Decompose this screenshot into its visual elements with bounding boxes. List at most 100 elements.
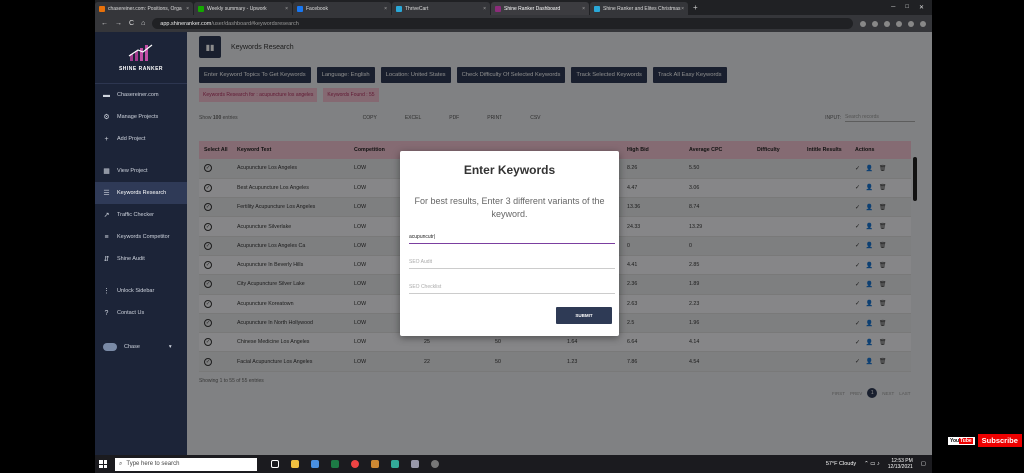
windows-start-icon[interactable] bbox=[99, 460, 107, 468]
help-icon: ? bbox=[104, 309, 109, 317]
close-icon[interactable]: × bbox=[384, 6, 387, 12]
url-host: app.shineranker.com bbox=[160, 20, 212, 27]
task-view-icon[interactable] bbox=[271, 460, 279, 468]
close-icon[interactable]: × bbox=[186, 6, 189, 12]
sidebar-item-label: Shine Audit bbox=[117, 256, 145, 262]
tab-favicon-icon bbox=[99, 5, 105, 12]
grid-icon: ▦ bbox=[103, 167, 110, 175]
sidebar-item-keywords-competitor[interactable]: ≡ Keywords Competitor bbox=[95, 226, 187, 248]
youtube-subscribe-overlay[interactable]: YouTube Subscribe bbox=[948, 434, 1022, 447]
tab-favicon-icon bbox=[396, 5, 402, 12]
sidebar-divider bbox=[95, 150, 187, 160]
sidebar-divider bbox=[95, 270, 187, 280]
maximize-icon[interactable]: □ bbox=[905, 4, 909, 11]
sidebar-item-add-project[interactable]: + Add Project bbox=[95, 128, 187, 150]
extension-icon[interactable] bbox=[860, 20, 866, 27]
clock-date: 12/13/2021 bbox=[887, 464, 913, 470]
brand-logo[interactable]: SHINE RANKER bbox=[95, 32, 187, 84]
modal-description: For best results, Enter 3 different vari… bbox=[414, 196, 605, 219]
window-close-icon[interactable]: ✕ bbox=[919, 4, 924, 11]
tab-favicon-icon bbox=[495, 5, 501, 12]
tab-title: chasereiner.com: Positions, Orga bbox=[108, 5, 182, 12]
close-icon[interactable]: × bbox=[285, 6, 288, 12]
minimize-icon[interactable]: ─ bbox=[891, 4, 895, 11]
app-icon[interactable] bbox=[411, 460, 419, 468]
notifications-icon[interactable]: ▢ bbox=[921, 461, 926, 467]
list-icon: ☰ bbox=[103, 189, 110, 197]
sidebar: SHINE RANKER ▬ Chasereiner.com ⚙ Manage Pro… bbox=[95, 32, 187, 455]
sidebar-user[interactable]: Chase ▾ bbox=[95, 336, 187, 358]
enter-keywords-modal: Enter Keywords For best results, Enter 3… bbox=[400, 151, 619, 336]
more-vertical-icon: ⋮ bbox=[103, 287, 110, 295]
forward-icon[interactable]: → bbox=[115, 20, 122, 27]
tab-title: Weekly summary - Upwork bbox=[207, 5, 267, 12]
sidebar-item-contact-us[interactable]: ? Contact Us bbox=[95, 302, 187, 324]
sidebar-item-keywords-research[interactable]: ☰ Keywords Research bbox=[95, 182, 187, 204]
brand-name: SHINE RANKER bbox=[118, 65, 164, 72]
store-icon[interactable] bbox=[311, 460, 319, 468]
app-icon[interactable] bbox=[391, 460, 399, 468]
weather-widget[interactable]: 57°F Cloudy bbox=[826, 461, 856, 467]
sidebar-item-view-project[interactable]: ▦ View Project bbox=[95, 160, 187, 182]
right-letterbox bbox=[932, 0, 1024, 455]
tray-icons[interactable]: ⌃ ▭ ♪ bbox=[864, 461, 880, 467]
subscribe-button[interactable]: Subscribe bbox=[977, 434, 1022, 447]
sidebar-item-label: Unlock Sidebar bbox=[117, 288, 155, 294]
extension-icon[interactable] bbox=[884, 20, 890, 27]
chrome-icon[interactable] bbox=[351, 460, 359, 468]
app-icon[interactable] bbox=[371, 460, 379, 468]
sidebar-item-label: View Project bbox=[117, 168, 148, 174]
browser-tab[interactable]: chasereiner.com: Positions, Orga × bbox=[95, 2, 193, 15]
excel-icon[interactable] bbox=[331, 460, 339, 468]
close-icon[interactable]: × bbox=[483, 6, 486, 12]
new-tab-icon[interactable]: + bbox=[693, 3, 698, 12]
taskbar-search-placeholder: Type here to search bbox=[126, 461, 180, 467]
sidebar-item-manage-projects[interactable]: ⚙ Manage Projects bbox=[95, 106, 187, 128]
search-icon: ⌕ bbox=[119, 460, 123, 467]
sidebar-item-label: Contact Us bbox=[117, 310, 145, 316]
browser-tab[interactable]: Weekly summary - Upwork × bbox=[194, 2, 292, 15]
sliders-icon: ⇵ bbox=[103, 255, 110, 263]
keyword-input-2[interactable]: SEO Audit bbox=[409, 255, 615, 269]
home-icon[interactable]: ⌂ bbox=[141, 20, 145, 27]
keyword-input-3[interactable]: SEO Checklist bbox=[409, 280, 615, 294]
profile-avatar[interactable] bbox=[920, 20, 926, 27]
clock[interactable]: 12:53 PM 12/13/2021 bbox=[888, 458, 913, 470]
back-icon[interactable]: ← bbox=[101, 20, 108, 27]
browser-tab[interactable]: Shine Ranker Dashboard × bbox=[491, 2, 589, 15]
reload-icon[interactable]: C bbox=[129, 20, 134, 27]
taskbar-search-input[interactable]: ⌕ Type here to search bbox=[115, 457, 257, 471]
chevron-down-icon: ▾ bbox=[168, 344, 172, 350]
tab-favicon-icon bbox=[297, 5, 303, 12]
sidebar-item-label: Traffic Checker bbox=[117, 212, 154, 218]
browser-tab[interactable]: Shine Ranker and Elites Christmas × bbox=[590, 2, 688, 15]
avatar bbox=[103, 343, 117, 351]
user-name: Chase bbox=[124, 344, 140, 350]
explorer-icon[interactable] bbox=[291, 460, 299, 468]
sidebar-item-chasereiner-com[interactable]: ▬ Chasereiner.com bbox=[95, 84, 187, 106]
close-icon[interactable]: × bbox=[582, 6, 585, 12]
sidebar-item-unlock-sidebar[interactable]: ⋮ Unlock Sidebar bbox=[95, 280, 187, 302]
keyword-input-1[interactable]: acupuncutr| bbox=[409, 230, 615, 244]
url-field[interactable]: app.shineranker.com /user/dashboard#keyw… bbox=[152, 18, 853, 29]
app-icon[interactable] bbox=[431, 460, 439, 468]
sidebar-item-label: Manage Projects bbox=[117, 114, 159, 120]
plus-icon: + bbox=[104, 135, 109, 143]
close-icon[interactable]: × bbox=[681, 6, 684, 12]
extension-icon[interactable] bbox=[896, 20, 902, 27]
extension-icon[interactable] bbox=[908, 20, 914, 27]
extension-icon[interactable] bbox=[872, 20, 878, 27]
browser-tab[interactable]: ThriveCart × bbox=[392, 2, 490, 15]
browser-tab-bar: chasereiner.com: Positions, Orga × Weekly … bbox=[95, 0, 932, 15]
youtube-logo-tube: Tube bbox=[959, 437, 973, 444]
window-controls: ─ □ ✕ bbox=[891, 4, 932, 11]
sidebar-item-shine-audit[interactable]: ⇵ Shine Audit bbox=[95, 248, 187, 270]
submit-button[interactable]: SUBMIT bbox=[556, 307, 612, 324]
tab-title: Facebook bbox=[306, 5, 328, 12]
sidebar-item-label: Keywords Research bbox=[117, 190, 167, 196]
taskbar-apps bbox=[271, 460, 439, 468]
sidebar-item-traffic-checker[interactable]: ↗ Traffic Checker bbox=[95, 204, 187, 226]
browser-tab[interactable]: Facebook × bbox=[293, 2, 391, 15]
sidebar-item-label: Keywords Competitor bbox=[117, 234, 170, 240]
windows-taskbar: ⌕ Type here to search 57°F Cloudy ⌃ ▭ ♪ … bbox=[95, 455, 932, 473]
